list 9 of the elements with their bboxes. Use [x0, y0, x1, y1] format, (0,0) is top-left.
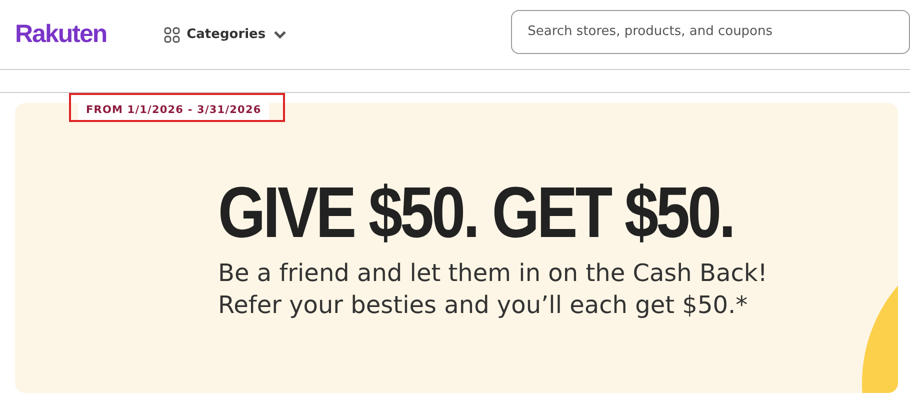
search-field[interactable]: Search stores, products, and coupons [510, 10, 910, 54]
subtitle-text: Refer your besties and you’ll each get $50.* [218, 290, 749, 321]
chevron-down-icon [272, 30, 287, 40]
categories-button[interactable]: Categories [164, 26, 287, 42]
grid-icon [164, 26, 180, 42]
logo[interactable]: Rakuten [15, 20, 164, 49]
subtitle-text: Be a friend and let them in on the Cash Back! [218, 258, 768, 289]
headline: GIVE $50. GET $50. [218, 173, 734, 253]
date-range-label: FROM 1/1/2026 - 3/31/2026 [78, 100, 270, 120]
